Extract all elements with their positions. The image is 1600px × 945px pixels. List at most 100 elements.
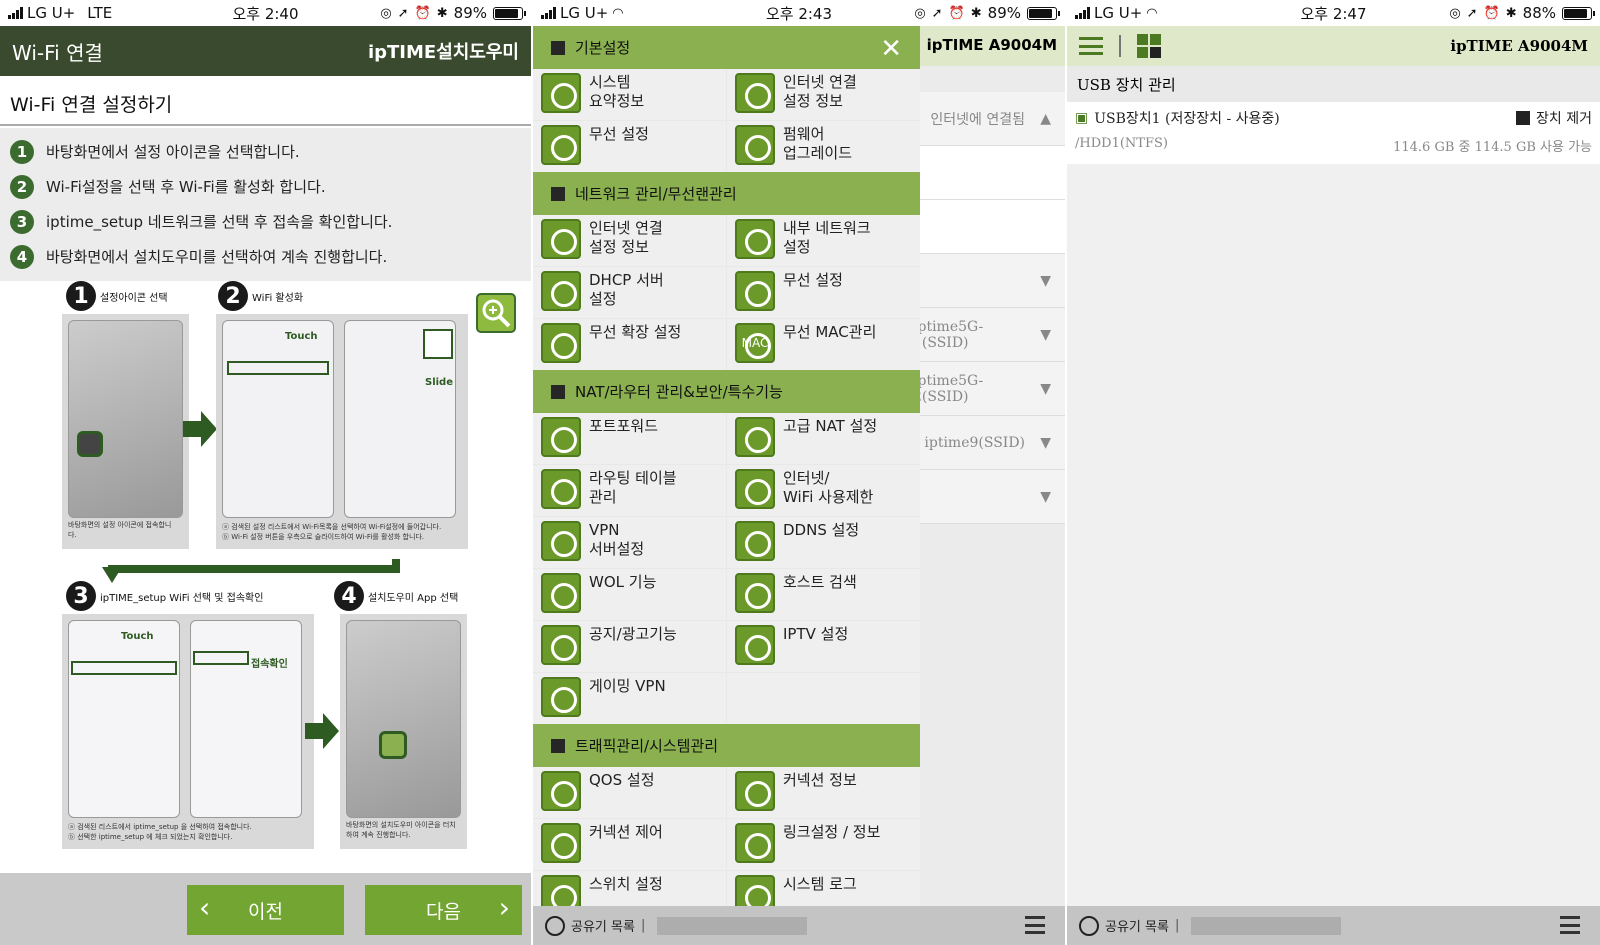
step-text: 바탕화면에서 설치도우미를 선택하여 계속 진행합니다.	[46, 248, 388, 266]
figure-number: 1	[66, 281, 96, 311]
menu-item-internal-network[interactable]: 내부 네트워크 설정	[727, 215, 920, 266]
network-icon	[735, 219, 775, 259]
connection-info-icon	[735, 771, 775, 811]
router-list-bar[interactable]: 공유기 목록 |	[533, 906, 1065, 945]
menu-item-connection-control[interactable]: 커넥션 제어	[533, 819, 726, 870]
figure-caption: ⓐ 검색된 설정 리스트에서 Wi-Fi목록을 선택하여 Wi-Fi설정에 들어…	[222, 523, 442, 541]
menu-item-wol[interactable]: WOL 기능	[533, 569, 726, 620]
menu-icon[interactable]	[1079, 37, 1103, 55]
zoom-icon[interactable]	[476, 293, 516, 333]
menu-item-gaming-vpn[interactable]: 게이밍 VPN	[533, 673, 726, 724]
menu-item-iptv[interactable]: IPTV 설정	[727, 621, 920, 672]
menu-item-wireless[interactable]: 무선 설정	[727, 267, 920, 318]
menu-item-switch-setup[interactable]: 스위치 설정	[533, 871, 726, 906]
square-icon	[551, 186, 565, 201]
wifi-icon	[735, 271, 775, 311]
status-bar: LG U+ ◠ 오후 2:47 ◎ ➚ ⏰ ✱ 88%	[1067, 0, 1600, 26]
step-text: Wi-Fi설정을 선택 후 Wi-Fi를 활성화 합니다.	[46, 178, 326, 196]
menu-item-notice-ad[interactable]: 공지/광고기능	[533, 621, 726, 672]
carrier-label: LG U+	[1094, 4, 1143, 22]
menu-item-advanced-nat[interactable]: 고급 NAT 설정	[727, 413, 920, 464]
menu-item-host-search[interactable]: 호스트 검색	[727, 569, 920, 620]
gamepad-icon	[541, 677, 581, 717]
menu-item-qos[interactable]: QOS 설정	[533, 767, 726, 818]
chevron-down-icon: ▼	[1040, 380, 1051, 397]
sliders-icon	[541, 823, 581, 863]
key-icon	[735, 469, 775, 509]
remove-device-button[interactable]: 장치 제거	[1516, 108, 1592, 128]
background-row-text: iptime9(SSID)	[924, 434, 1025, 451]
menu-item-access-limit[interactable]: 인터넷/ WiFi 사용제한	[727, 465, 920, 516]
menu-item-internet-setup[interactable]: 인터넷 연결 설정 정보	[533, 215, 726, 266]
background-header: ipTIME A9004M	[913, 26, 1065, 66]
prev-label: 이전	[248, 900, 283, 923]
alarm-icon: ⏰	[948, 5, 965, 21]
battery-percent: 89%	[453, 4, 487, 22]
usb-drive-icon: ▣	[1075, 110, 1089, 126]
wifi-extend-icon	[541, 323, 581, 363]
section-title: NAT/라우터 관리&보안/특수기능	[575, 383, 783, 401]
menu-icon[interactable]	[1560, 916, 1580, 934]
signal-icon	[541, 7, 556, 19]
signal-icon	[8, 7, 23, 19]
next-button[interactable]: 다음 ›	[365, 885, 522, 935]
close-icon[interactable]: ✕	[880, 34, 902, 64]
menu-item-ddns[interactable]: DDNS 설정	[727, 517, 920, 568]
menu-item-label: DDNS 설정	[783, 521, 860, 539]
menu-item-system-log[interactable]: 시스템 로그	[727, 871, 920, 906]
battery-percent: 89%	[987, 4, 1021, 22]
rotation-lock-icon: ◎	[1449, 5, 1461, 21]
header-title: Wi-Fi 연결	[12, 40, 103, 65]
menu-item-port-forward[interactable]: 포트포워드	[533, 413, 726, 464]
section-title: 기본설정	[575, 39, 631, 57]
section-header: NAT/라우터 관리&보안/특수기능	[533, 370, 920, 413]
menu-item-system-summary[interactable]: 시스템 요약정보	[533, 69, 726, 120]
usb-device-list: ▣ USB장치1 (저장장치 - 사용중) 장치 제거 /HDD1(NTFS) …	[1067, 102, 1600, 906]
menu-item-label: 포트포워드	[589, 417, 659, 435]
section-header: 기본설정 ✕	[533, 26, 920, 69]
menu-item-wireless[interactable]: 무선 설정	[533, 121, 726, 172]
figure-label: 2 WiFi 활성화	[218, 281, 303, 311]
background-row: iptime5G-1(SSID) ▼	[913, 308, 1065, 362]
background-row: iptime5G-2(SSID) ▼	[913, 362, 1065, 416]
menu-item-internet-setup[interactable]: 인터넷 연결 설정 정보	[727, 69, 920, 120]
menu-item-label: 스위치 설정	[589, 875, 663, 893]
bluetooth-icon: ✱	[436, 5, 448, 21]
menu-item-label: 공지/광고기능	[589, 625, 677, 643]
menu-item-link-setup[interactable]: 링크설정 / 정보	[727, 819, 920, 870]
background-row: ▼	[913, 470, 1065, 524]
square-icon	[551, 40, 565, 55]
menu-icon[interactable]	[1025, 916, 1045, 934]
grid-view-icon[interactable]	[1137, 34, 1161, 58]
step-number: 2	[10, 174, 34, 199]
bluetooth-icon: ✱	[1505, 5, 1517, 21]
background-row: 인터넷에 연결됨 ▲	[913, 92, 1065, 146]
wifi-icon: ◠	[1146, 5, 1158, 21]
router-list-bar[interactable]: 공유기 목록 |	[1067, 906, 1600, 945]
menu-item-label: 시스템 로그	[783, 875, 857, 893]
menu-item-firmware[interactable]: 펌웨어 업그레이드	[727, 121, 920, 172]
menu-item-connection-info[interactable]: 커넥션 정보	[727, 767, 920, 818]
menu-item-routing-table[interactable]: 라우팅 테이블 관리	[533, 465, 726, 516]
menu-item-wireless-mac[interactable]: MAC 무선 MAC관리	[727, 319, 920, 370]
menu-item-dhcp[interactable]: DHCP 서버 설정	[533, 267, 726, 318]
figure-label: 4 설치도우미 App 선택	[334, 581, 458, 611]
location-icon: ➚	[931, 5, 943, 21]
menu-item-vpn-server[interactable]: VPN 서버설정	[533, 517, 726, 568]
arrow-right-icon	[305, 713, 339, 749]
steps-list: 1 바탕화면에서 설정 아이콘을 선택합니다. 2 Wi-Fi설정을 선택 후 Wi…	[0, 128, 531, 281]
menu-item-label: 고급 NAT 설정	[783, 417, 878, 435]
alarm-icon: ⏰	[414, 5, 431, 21]
menu-item-label: 링크설정 / 정보	[783, 823, 881, 841]
menu-item-label: 시스템 요약정보	[589, 73, 645, 110]
menu-item-wireless-extend[interactable]: 무선 확장 설정	[533, 319, 726, 370]
menu-item-label: 커넥션 정보	[783, 771, 857, 789]
location-icon: ➚	[1466, 5, 1478, 21]
app-header: Wi-Fi 연결 ipTIME설치도우미	[0, 26, 531, 76]
router-list-label: 공유기 목록	[571, 920, 635, 935]
connector-arrow	[108, 559, 400, 573]
prev-button[interactable]: ‹ 이전	[187, 885, 344, 935]
settings-app-icon	[77, 431, 103, 457]
router-list-label: 공유기 목록	[1105, 920, 1169, 935]
menu-item-label: DHCP 서버 설정	[589, 271, 664, 308]
